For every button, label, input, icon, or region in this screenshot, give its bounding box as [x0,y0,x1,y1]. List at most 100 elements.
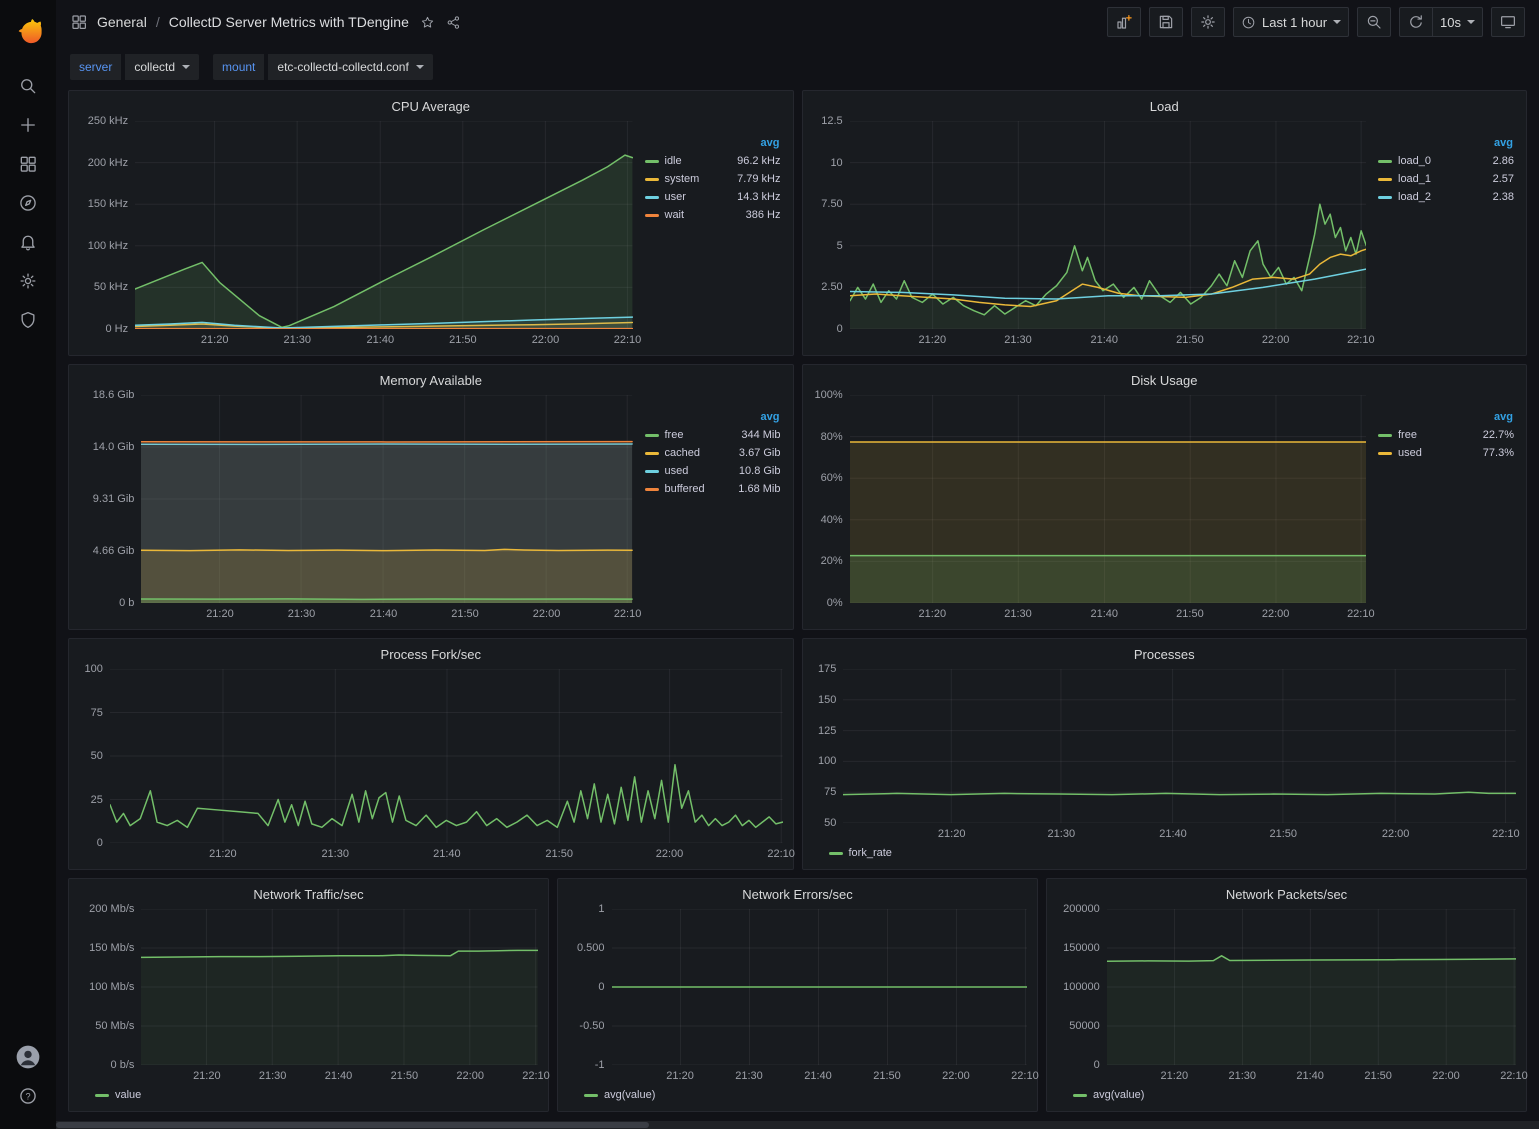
legend-item-used[interactable]: used10.8 Gib [645,465,781,477]
create-plus-icon[interactable] [6,105,50,144]
help-circle-icon[interactable]: ? [6,1076,50,1115]
x-tick-label: 21:20 [919,608,947,620]
panel-title[interactable]: CPU Average [79,95,783,121]
server-admin-shield-icon[interactable] [6,300,50,339]
star-icon[interactable] [420,15,435,30]
panel-title[interactable]: Process Fork/sec [79,643,783,669]
legend-item-fork_rate[interactable]: fork_rate [829,847,892,859]
series-color-swatch [829,852,843,855]
legend-avg-header[interactable]: avg [1378,137,1514,149]
user-avatar[interactable] [6,1037,50,1076]
add-panel-button[interactable] [1107,7,1141,37]
refresh-button[interactable] [1399,7,1433,37]
legend-item-avg(value)[interactable]: avg(value) [584,1089,655,1101]
plot-area[interactable] [135,121,632,329]
panel-legend: fork_rate [813,843,1517,863]
save-dashboard-button[interactable] [1149,7,1183,37]
legend-series-value: 96.2 kHz [737,155,780,167]
x-tick-label: 21:30 [321,848,349,860]
legend-series-name: buffered [665,483,705,495]
panel-title[interactable]: Processes [813,643,1517,669]
explore-compass-icon[interactable] [6,183,50,222]
legend-series-name: avg(value) [1093,1089,1144,1101]
configuration-gear-icon[interactable] [6,261,50,300]
x-tick-label: 22:00 [1262,608,1290,620]
breadcrumb-folder[interactable]: General [97,14,147,30]
kiosk-mode-button[interactable] [1491,7,1525,37]
legend-item-free[interactable]: free22.7% [1378,429,1514,441]
legend-item-used[interactable]: used77.3% [1378,447,1514,459]
series-color-swatch [645,214,659,217]
dashboard-settings-button[interactable] [1191,7,1225,37]
dashboards-grid-icon[interactable] [6,144,50,183]
zoom-out-button[interactable] [1357,7,1391,37]
panel-load: Load 02.5057.501012.521:2021:3021:4021:5… [802,90,1528,356]
plot-area[interactable] [1107,909,1516,1065]
variable-server-value-dropdown[interactable]: collectd [124,54,199,80]
series-color-swatch [1073,1094,1087,1097]
plot-area[interactable] [843,669,1516,823]
legend-item-user[interactable]: user14.3 kHz [645,191,781,203]
apps-grid-icon[interactable] [70,13,88,31]
legend-avg-header[interactable]: avg [645,411,781,423]
legend-item-system[interactable]: system7.79 kHz [645,173,781,185]
legend-series-name: free [665,429,684,441]
plot-area[interactable] [850,121,1366,329]
panel-network-packets: Network Packets/sec 05000010000015000020… [1046,878,1527,1112]
plot-area[interactable] [110,669,783,843]
share-icon[interactable] [446,15,461,30]
legend-item-buffered[interactable]: buffered1.68 Mib [645,483,781,495]
y-tick-label: 100 [85,663,103,675]
legend-item-free[interactable]: free344 Mib [645,429,781,441]
legend-item-load_0[interactable]: load_02.86 [1378,155,1514,167]
legend-series-name: fork_rate [849,847,892,859]
x-axis: 21:2021:3021:4021:5022:0022:10 [850,603,1366,623]
plot-area[interactable] [141,909,538,1065]
series-color-swatch [645,434,659,437]
y-tick-label: 4.66 Gib [93,545,135,557]
x-tick-label: 21:40 [1090,608,1118,620]
legend-item-wait[interactable]: wait386 Hz [645,209,781,221]
legend-avg-header[interactable]: avg [645,137,781,149]
grafana-logo-icon[interactable] [11,12,45,46]
legend-item-value[interactable]: value [95,1089,141,1101]
chart-svg [110,669,783,843]
legend-item-idle[interactable]: idle96.2 kHz [645,155,781,167]
series-color-swatch [645,452,659,455]
y-tick-label: -1 [595,1059,605,1071]
legend-item-load_2[interactable]: load_22.38 [1378,191,1514,203]
time-range-picker[interactable]: Last 1 hour [1233,7,1349,37]
dashboard-panel-grid: CPU Average 0 Hz50 kHz100 kHz150 kHz200 … [56,90,1539,1122]
legend-item-avg(value)[interactable]: avg(value) [1073,1089,1144,1101]
chevron-down-icon [1467,20,1475,24]
panel-title[interactable]: Load [813,95,1517,121]
variable-mount-value-dropdown[interactable]: etc-collectd-collectd.conf [267,54,432,80]
plot-area[interactable] [612,909,1028,1065]
y-tick-label: 60% [821,472,843,484]
horizontal-scrollbar[interactable] [56,1121,1539,1129]
plot-area[interactable] [141,395,632,603]
y-tick-label: 14.0 Gib [93,441,135,453]
plot-area[interactable] [850,395,1366,603]
y-tick-label: 50 [824,817,836,829]
alerting-bell-icon[interactable] [6,222,50,261]
x-tick-label: 21:20 [201,334,229,346]
legend-item-load_1[interactable]: load_12.57 [1378,173,1514,185]
legend-avg-header[interactable]: avg [1378,411,1514,423]
chart-svg [135,121,632,329]
scrollbar-thumb[interactable] [56,1122,649,1128]
panel-title[interactable]: Disk Usage [813,369,1517,395]
chart-network-traffic: 0 b/s50 Mb/s100 Mb/s150 Mb/s200 Mb/s21:2… [79,909,538,1085]
panel-title[interactable]: Network Errors/sec [568,883,1027,909]
refresh-interval-dropdown[interactable]: 10s [1432,7,1483,37]
variable-server-value: collectd [134,60,175,74]
x-axis: 21:2021:3021:4021:5022:0022:10 [110,843,783,863]
panel-title[interactable]: Network Packets/sec [1057,883,1516,909]
panel-network-traffic: Network Traffic/sec 0 b/s50 Mb/s100 Mb/s… [68,878,549,1112]
panel-title[interactable]: Memory Available [79,369,783,395]
panel-title[interactable]: Network Traffic/sec [79,883,538,909]
legend-item-cached[interactable]: cached3.67 Gib [645,447,781,459]
y-tick-label: 20% [821,555,843,567]
search-icon[interactable] [6,66,50,105]
x-axis: 21:2021:3021:4021:5022:0022:10 [843,823,1516,843]
